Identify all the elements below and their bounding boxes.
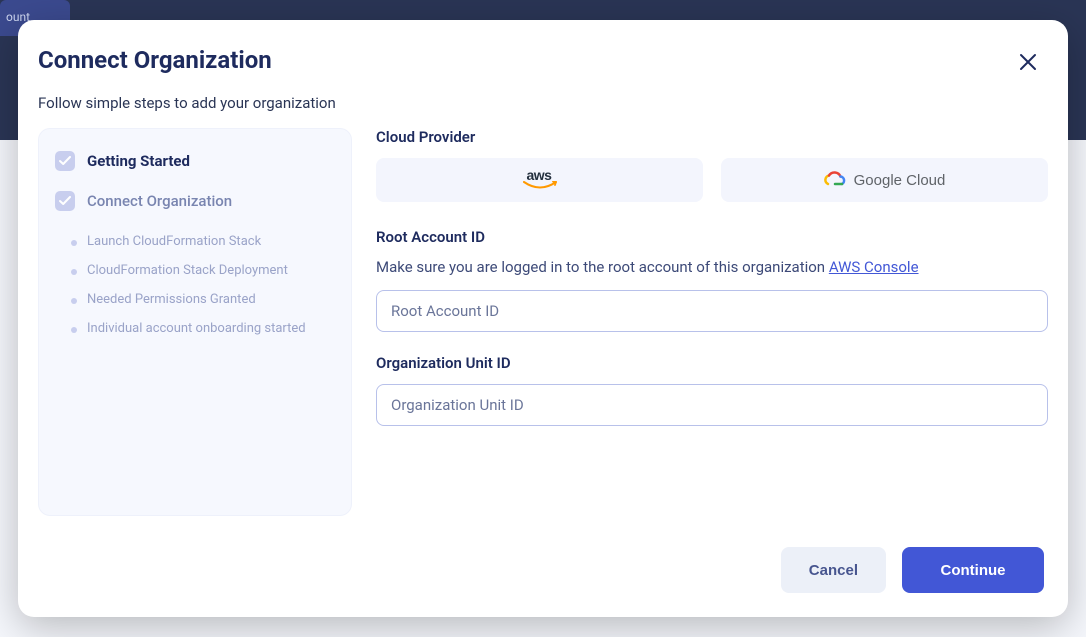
step-label: Connect Organization <box>87 192 232 210</box>
step-getting-started[interactable]: Getting Started <box>55 151 335 171</box>
sub-steps-list: Launch CloudFormation Stack CloudFormati… <box>55 227 335 343</box>
provider-google-cloud-button[interactable]: Google Cloud <box>721 158 1048 202</box>
sub-step-item: Launch CloudFormation Stack <box>87 227 335 256</box>
modal-title: Connect Organization <box>38 46 272 74</box>
connect-organization-modal: Connect Organization Follow simple steps… <box>18 20 1068 617</box>
check-icon <box>55 191 75 211</box>
root-account-help-text: Make sure you are logged in to the root … <box>376 258 1048 276</box>
form-area: Cloud Provider aws Goo <box>376 128 1048 541</box>
google-cloud-icon <box>824 171 846 189</box>
steps-sidebar: Getting Started Connect Organization Lau… <box>38 128 352 516</box>
close-button[interactable] <box>1012 46 1044 78</box>
organization-unit-id-label: Organization Unit ID <box>376 354 1048 372</box>
root-account-id-input[interactable] <box>376 290 1048 332</box>
sub-step-item: Individual account onboarding started <box>87 314 335 343</box>
root-account-id-label: Root Account ID <box>376 228 1048 246</box>
sub-step-item: Needed Permissions Granted <box>87 285 335 314</box>
aws-console-link[interactable]: AWS Console <box>829 258 919 276</box>
google-cloud-label: Google Cloud <box>854 172 946 189</box>
modal-subtitle: Follow simple steps to add your organiza… <box>18 78 1068 112</box>
step-connect-organization[interactable]: Connect Organization <box>55 191 335 211</box>
sub-step-item: CloudFormation Stack Deployment <box>87 256 335 285</box>
check-icon <box>55 151 75 171</box>
cancel-button[interactable]: Cancel <box>781 547 886 593</box>
cloud-provider-label: Cloud Provider <box>376 128 1048 146</box>
step-label: Getting Started <box>87 152 190 170</box>
provider-aws-button[interactable]: aws <box>376 158 703 202</box>
continue-button[interactable]: Continue <box>902 547 1044 593</box>
organization-unit-id-input[interactable] <box>376 384 1048 426</box>
aws-logo-icon: aws <box>523 169 557 191</box>
close-icon <box>1019 53 1037 71</box>
